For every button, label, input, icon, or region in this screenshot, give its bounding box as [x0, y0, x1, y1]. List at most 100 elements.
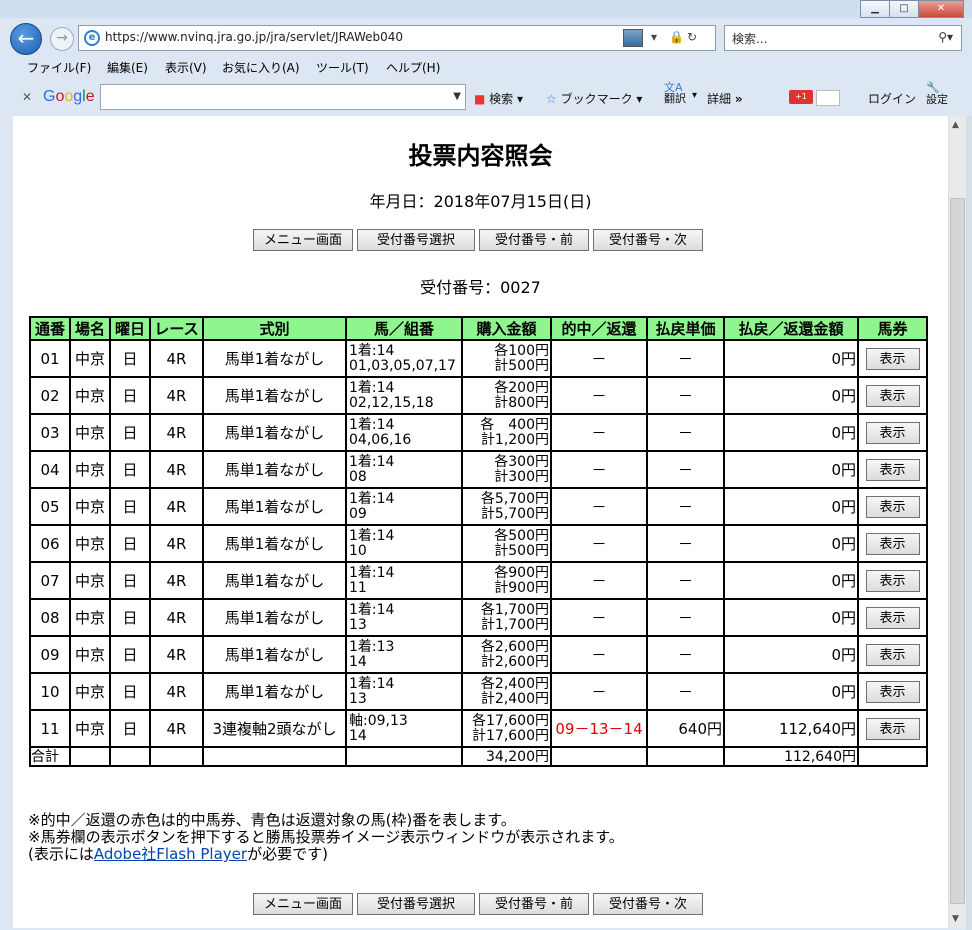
receipt-prev-button[interactable]: 受付番号・前: [479, 229, 589, 251]
show-ticket-button[interactable]: 表示: [865, 347, 920, 370]
row-combo: 1着:14 08: [345, 450, 463, 489]
menu-file[interactable]: ファイル(F): [27, 59, 91, 76]
total-row: 合計 34,200円 112,640円: [29, 746, 928, 767]
amount-each: 各2,600円: [480, 638, 549, 655]
show-ticket-button[interactable]: 表示: [865, 643, 920, 666]
settings-button[interactable]: 🔧 設定: [926, 82, 948, 106]
close-toolbar-icon[interactable]: ✕: [22, 90, 32, 104]
note-line-2: ※馬券欄の表示ボタンを押下すると勝馬投票券イメージ表示ウィンドウが表示されます。: [28, 828, 624, 846]
gplus-button[interactable]: +1: [789, 90, 813, 104]
maximize-icon[interactable]: □: [889, 0, 919, 18]
show-ticket-button[interactable]: 表示: [865, 384, 920, 407]
row-amount: 各900円 計900円: [461, 561, 552, 600]
table-row: 02 中京日 4R 馬単1着ながし 1着:14 02,12,15,18 各200円 計800円…: [29, 376, 928, 415]
combo-line-1: 1着:14: [349, 342, 395, 359]
details-button[interactable]: 詳細 »: [707, 90, 743, 107]
receipt-select-button[interactable]: 受付番号選択: [357, 229, 475, 251]
row-unit-price: －: [646, 635, 725, 674]
flash-player-link[interactable]: Adobe社Flash Player: [94, 845, 247, 863]
row-combo: 1着:14 10: [345, 524, 463, 563]
header-payout: 払戻／返還金額: [723, 316, 859, 341]
gplus-count: [816, 90, 840, 106]
table-row: 03 中京日 4R 馬単1着ながし 1着:14 04,06,16 各 400円 計1,200円…: [29, 413, 928, 452]
menu-help[interactable]: ヘルプ(H): [386, 59, 440, 76]
dropdown-icon[interactable]: ▾: [651, 30, 657, 44]
menu-screen-button[interactable]: メニュー画面: [253, 229, 353, 251]
row-combo: 1着:14 01,03,05,07,17: [345, 339, 463, 378]
translate-button[interactable]: 文A 翻訳: [664, 82, 686, 104]
row-place: 中京: [69, 709, 111, 748]
row-unit-price: －: [646, 339, 725, 378]
row-day: 日: [109, 376, 151, 415]
receipt-next-button[interactable]: 受付番号・次: [593, 229, 703, 251]
chevron-down-icon[interactable]: ▾: [692, 90, 697, 101]
top-button-row: メニュー画面 受付番号選択 受付番号・前 受付番号・次: [253, 229, 707, 251]
show-ticket-button[interactable]: 表示: [865, 606, 920, 629]
page-image-icon[interactable]: [623, 29, 643, 47]
scrollbar-thumb[interactable]: [950, 198, 965, 904]
row-type: 馬単1着ながし: [202, 524, 347, 563]
menu-view[interactable]: 表示(V): [165, 59, 207, 76]
address-text[interactable]: https://www.nvinq.jra.go.jp/jra/servlet/…: [105, 30, 403, 44]
receipt-next-button-bottom[interactable]: 受付番号・次: [593, 893, 703, 915]
google-search-button[interactable]: ■ 検索 ▾: [474, 90, 523, 107]
amount-each: 各2,400円: [480, 675, 549, 692]
menu-screen-button-bottom[interactable]: メニュー画面: [253, 893, 353, 915]
row-ticket: 表示: [857, 339, 928, 378]
bookmark-button[interactable]: ☆ ブックマーク ▾: [546, 90, 642, 107]
combo-line-1: 1着:14: [349, 564, 395, 581]
row-day: 日: [109, 413, 151, 452]
show-ticket-button[interactable]: 表示: [865, 458, 920, 481]
header-race: レース: [149, 316, 204, 341]
combo-line-2: 11: [349, 579, 367, 596]
browser-search-input[interactable]: 検索... ⚲▾: [724, 25, 962, 51]
row-hit: －: [550, 376, 648, 415]
row-place: 中京: [69, 561, 111, 600]
back-arrow-icon[interactable]: ←: [10, 23, 42, 55]
row-no: 08: [29, 598, 71, 637]
receipt-select-button-bottom[interactable]: 受付番号選択: [357, 893, 475, 915]
receipt-prev-button-bottom[interactable]: 受付番号・前: [479, 893, 589, 915]
amount-each: 各100円: [494, 342, 549, 359]
amount-each: 各 400円: [480, 416, 549, 433]
close-icon[interactable]: ✕: [918, 0, 964, 18]
menu-edit[interactable]: 編集(E): [107, 59, 148, 76]
row-hit: －: [550, 672, 648, 711]
refresh-icon[interactable]: ↻: [687, 30, 697, 44]
lock-icon[interactable]: 🔒: [669, 30, 684, 44]
row-amount: 各2,600円 計2,600円: [461, 635, 552, 674]
row-race: 4R: [149, 709, 204, 748]
row-race: 4R: [149, 524, 204, 563]
show-ticket-button[interactable]: 表示: [865, 421, 920, 444]
google-search-input[interactable]: ▼: [100, 84, 466, 110]
show-ticket-button[interactable]: 表示: [865, 569, 920, 592]
row-payout: 0円: [723, 339, 859, 378]
search-icon[interactable]: ⚲▾: [938, 30, 953, 44]
chevron-down-icon[interactable]: ▼: [453, 91, 461, 102]
show-ticket-button[interactable]: 表示: [865, 532, 920, 555]
table-row: 08 中京日 4R 馬単1着ながし 1着:14 13 各1,700円 計1,700円－－ 0円表…: [29, 598, 928, 637]
row-payout: 0円: [723, 376, 859, 415]
menu-tools[interactable]: ツール(T): [316, 59, 369, 76]
show-ticket-button[interactable]: 表示: [865, 495, 920, 518]
row-unit-price: －: [646, 413, 725, 452]
row-combo: 1着:14 11: [345, 561, 463, 600]
row-unit-price: －: [646, 598, 725, 637]
row-amount: 各2,400円 計2,400円: [461, 672, 552, 711]
show-ticket-button[interactable]: 表示: [865, 717, 920, 740]
table-row: 11 中京日 4R 3連複軸2頭ながし 軸:09,13 14 各17,600円 計17,600…: [29, 709, 928, 748]
row-payout: 0円: [723, 561, 859, 600]
row-payout: 0円: [723, 450, 859, 489]
navigation-bar: ← → e https://www.nvinq.jra.go.jp/jra/se…: [0, 22, 972, 55]
scroll-up-icon[interactable]: ▲: [952, 120, 959, 130]
show-ticket-button[interactable]: 表示: [865, 680, 920, 703]
forward-arrow-icon[interactable]: →: [50, 27, 74, 51]
login-link[interactable]: ログイン: [868, 90, 916, 107]
menu-favorites[interactable]: お気に入り(A): [222, 59, 300, 76]
address-bar[interactable]: e https://www.nvinq.jra.go.jp/jra/servle…: [78, 25, 716, 51]
row-unit-price: －: [646, 524, 725, 563]
vertical-scrollbar[interactable]: ▲ ▼: [948, 116, 966, 928]
minimize-icon[interactable]: ▁: [860, 0, 890, 18]
row-amount: 各17,600円 計17,600円: [461, 709, 552, 748]
scroll-down-icon[interactable]: ▼: [952, 914, 959, 924]
